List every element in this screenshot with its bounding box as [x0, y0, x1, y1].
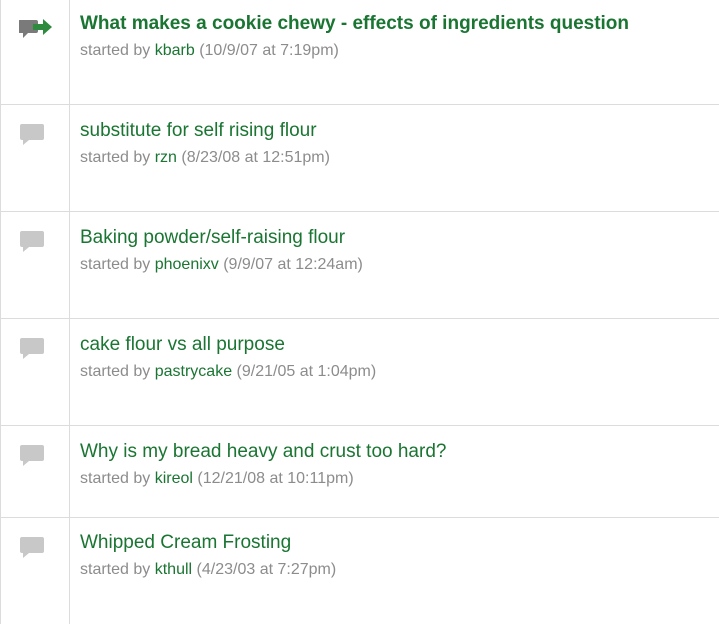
thread-meta: started by kbarb (10/9/07 at 7:19pm) [80, 41, 719, 61]
started-by-label: started by [80, 561, 151, 578]
thread-meta: started by kireol (12/21/08 at 10:11pm) [80, 469, 719, 489]
thread-author-link[interactable]: rzn [155, 149, 177, 166]
thread-row: substitute for self rising flour started… [1, 105, 719, 212]
started-by-label: started by [80, 149, 151, 166]
speech-bubble-icon [19, 336, 45, 365]
started-by-label: started by [80, 470, 151, 487]
speech-bubble-icon [19, 229, 45, 258]
started-by-label: started by [80, 256, 151, 273]
thread-title-link[interactable]: Baking powder/self-raising flour [80, 226, 719, 250]
thread-meta: started by pastrycake (9/21/05 at 1:04pm… [80, 362, 719, 382]
thread-icon-cell [1, 105, 70, 211]
thread-date: (8/23/08 at 12:51pm) [181, 149, 330, 166]
thread-list: What makes a cookie chewy - effects of i… [0, 0, 719, 624]
speech-bubble-icon [19, 443, 45, 472]
thread-author-link[interactable]: kthull [155, 561, 192, 578]
thread-icon-cell [1, 518, 70, 624]
started-by-label: started by [80, 42, 151, 59]
thread-title-link[interactable]: Whipped Cream Frosting [80, 531, 719, 555]
thread-icon-cell [1, 0, 70, 104]
thread-date: (9/9/07 at 12:24am) [223, 256, 363, 273]
thread-title-link[interactable]: Why is my bread heavy and crust too hard… [80, 440, 719, 464]
thread-title-link[interactable]: What makes a cookie chewy - effects of i… [80, 12, 719, 36]
thread-row: What makes a cookie chewy - effects of i… [1, 0, 719, 105]
thread-row: Why is my bread heavy and crust too hard… [1, 426, 719, 518]
thread-meta: started by rzn (8/23/08 at 12:51pm) [80, 148, 719, 168]
thread-icon-cell [1, 212, 70, 318]
thread-author-link[interactable]: pastrycake [155, 363, 232, 380]
started-by-label: started by [80, 363, 151, 380]
thread-date: (10/9/07 at 7:19pm) [199, 42, 339, 59]
thread-meta: started by kthull (4/23/03 at 7:27pm) [80, 560, 719, 580]
thread-date: (4/23/03 at 7:27pm) [196, 561, 337, 578]
reply-arrow-icon [18, 17, 53, 46]
thread-title-link[interactable]: cake flour vs all purpose [80, 333, 719, 357]
thread-date: (12/21/08 at 10:11pm) [197, 470, 354, 487]
thread-row: Whipped Cream Frosting started by kthull… [1, 518, 719, 624]
thread-row: cake flour vs all purpose started by pas… [1, 319, 719, 426]
thread-author-link[interactable]: phoenixv [155, 256, 219, 273]
thread-author-link[interactable]: kireol [155, 470, 193, 487]
thread-meta: started by phoenixv (9/9/07 at 12:24am) [80, 255, 719, 275]
thread-title-link[interactable]: substitute for self rising flour [80, 119, 719, 143]
thread-icon-cell [1, 426, 70, 517]
thread-date: (9/21/05 at 1:04pm) [236, 363, 377, 380]
thread-icon-cell [1, 319, 70, 425]
speech-bubble-icon [19, 535, 45, 564]
speech-bubble-icon [19, 122, 45, 151]
thread-row: Baking powder/self-raising flour started… [1, 212, 719, 319]
thread-author-link[interactable]: kbarb [155, 42, 195, 59]
